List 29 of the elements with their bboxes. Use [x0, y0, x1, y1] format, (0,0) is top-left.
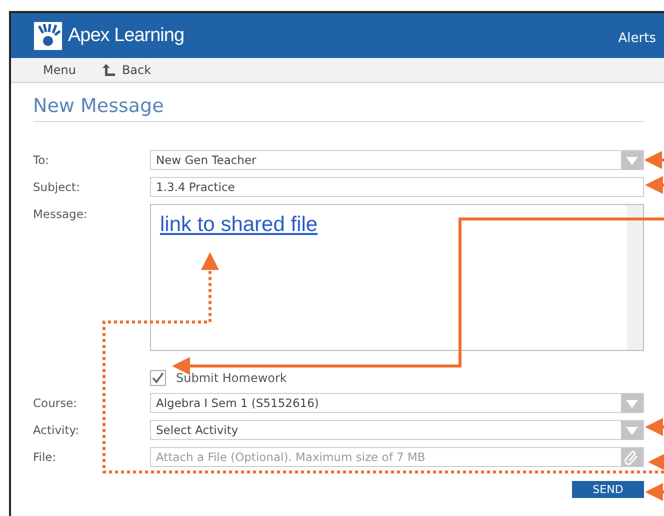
field-label: Subject: — [33, 179, 81, 194]
dropdown-field[interactable]: Select Activity — [150, 420, 644, 440]
field-label: Course: — [33, 395, 78, 410]
page-title: New Message — [33, 95, 644, 122]
field-label: Message: — [33, 206, 88, 221]
scrollbar[interactable] — [627, 205, 643, 350]
annotation-arrow — [645, 483, 664, 501]
alerts-link[interactable]: Alerts — [618, 31, 656, 46]
annotation-arrow — [644, 151, 664, 169]
checkbox-label: Submit Homework — [176, 371, 287, 385]
logo-text: Apex Learning — [68, 24, 184, 46]
back-link[interactable]: Back — [122, 63, 152, 77]
paperclip-icon[interactable] — [621, 448, 643, 466]
annotation-arrow — [648, 453, 664, 471]
annotation-arrow — [645, 176, 664, 194]
checkbox[interactable] — [150, 370, 166, 386]
back-arrow-icon[interactable] — [102, 63, 116, 77]
dropdown-field[interactable]: New Gen Teacher — [150, 150, 644, 170]
annotation-arrow — [645, 418, 664, 436]
logo-icon — [34, 22, 62, 50]
field-label: Activity: — [33, 422, 80, 437]
field-label: File: — [33, 449, 58, 464]
shared-file-link[interactable]: link to shared file — [160, 213, 318, 236]
menu-link[interactable]: Menu — [43, 63, 76, 77]
subject-field[interactable]: 1.3.4 Practice — [150, 177, 644, 197]
field-label: To: — [33, 152, 50, 167]
message-box[interactable]: link to shared file — [150, 204, 644, 351]
send-button[interactable]: SEND — [572, 481, 644, 498]
dropdown-field[interactable]: Algebra I Sem 1 (S5152616) — [150, 393, 644, 413]
